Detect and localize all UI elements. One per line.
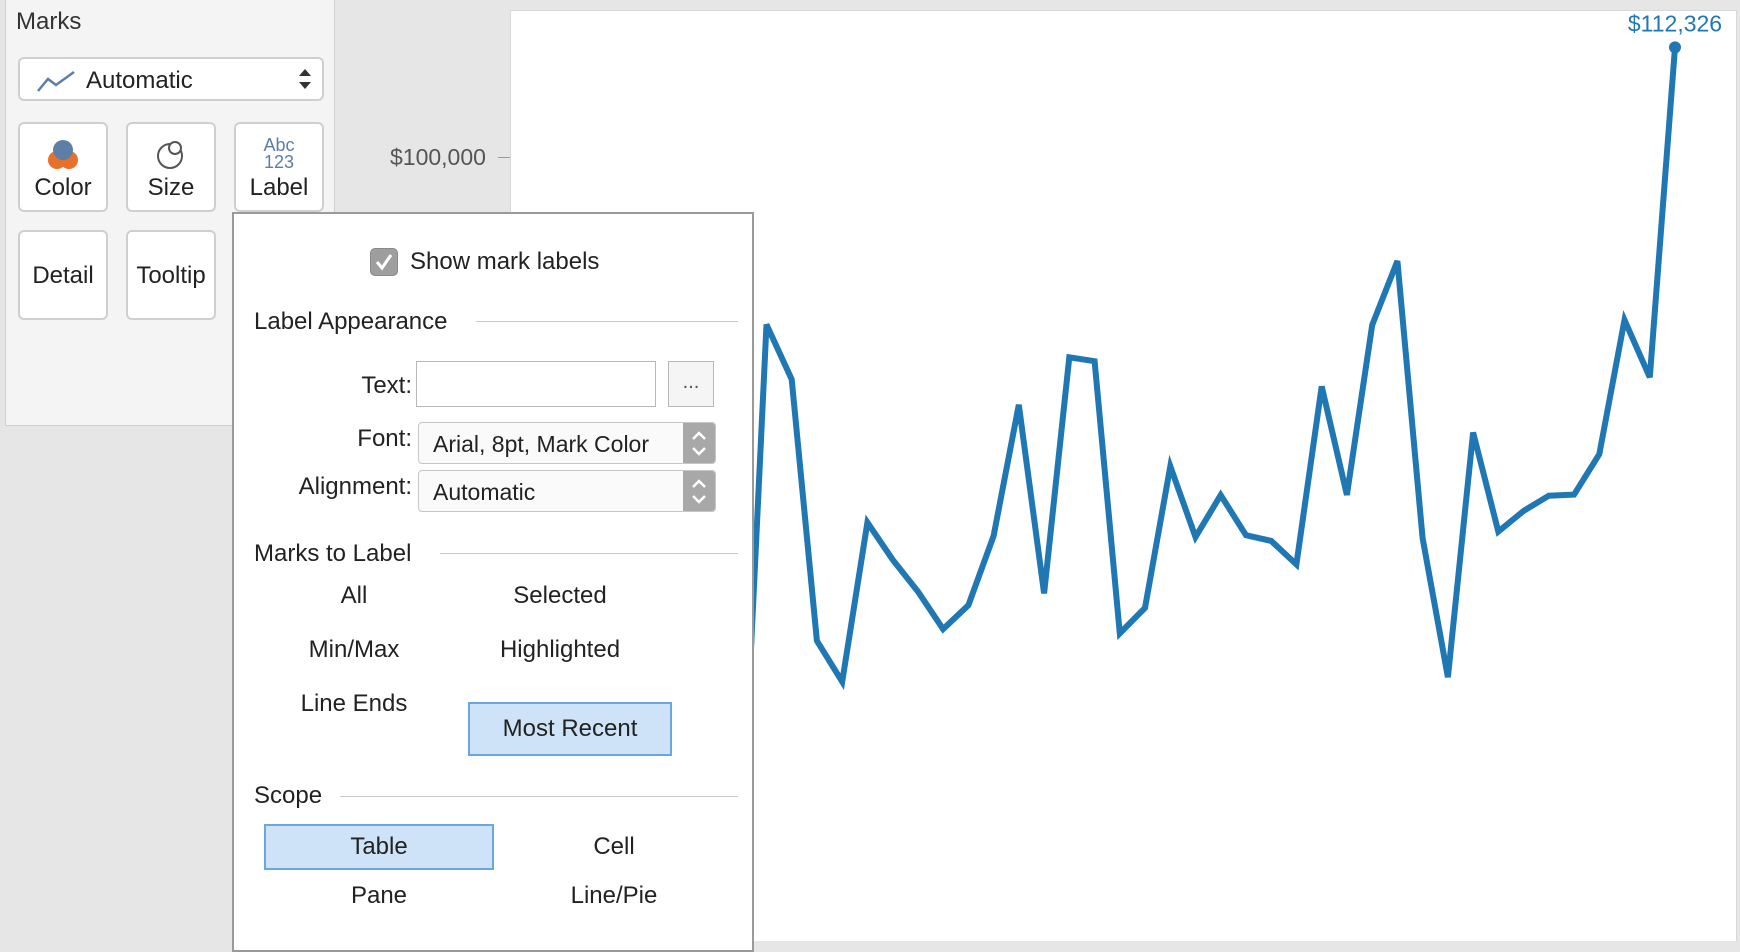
show-mark-labels-text: Show mark labels (410, 248, 600, 275)
section-divider (340, 796, 738, 797)
mtl-option-highlighted[interactable]: Highlighted (460, 628, 660, 672)
detail-button[interactable]: Detail (18, 230, 108, 320)
label-popup: Show mark labels Label Appearance Text: … (232, 212, 754, 952)
most-recent-data-label: $112,326 (1628, 10, 1722, 36)
font-label: Font: (357, 425, 412, 452)
scope-option-pane[interactable]: Pane (294, 874, 464, 918)
tooltip-button-label: Tooltip (136, 262, 206, 289)
alignment-value: Automatic (433, 479, 536, 505)
series-line (713, 47, 1678, 854)
abc-123-icon: Abc 123 (236, 136, 322, 172)
mtl-option-min-max[interactable]: Min/Max (279, 628, 429, 672)
label-text-input[interactable] (416, 361, 656, 407)
marks-title: Marks (16, 8, 82, 35)
mark-type-dropdown[interactable]: Automatic (18, 57, 324, 101)
scope-option-table[interactable]: Table (264, 824, 494, 870)
section-divider (440, 553, 738, 554)
tooltip-button[interactable]: Tooltip (126, 230, 216, 320)
detail-button-label: Detail (32, 262, 94, 289)
color-circles-icon (48, 140, 78, 169)
scope-option-line-pie[interactable]: Line/Pie (524, 874, 704, 918)
show-mark-labels-checkbox[interactable] (370, 248, 398, 276)
size-button[interactable]: Size (126, 122, 216, 212)
alignment-dropdown-stepper[interactable] (683, 471, 715, 511)
marks-to-label-heading: Marks to Label (254, 540, 412, 567)
checkmark-icon (375, 254, 393, 271)
mtl-option-selected[interactable]: Selected (470, 574, 650, 618)
chevron-updown-icon (692, 431, 706, 456)
num-icon-text: 123 (263, 152, 295, 172)
mtl-option-all[interactable]: All (294, 574, 414, 618)
font-dropdown[interactable]: Arial, 8pt, Mark Color (418, 422, 716, 464)
line-chart-icon (37, 70, 75, 92)
label-button-label: Label (249, 174, 309, 201)
chevron-updown-icon (692, 479, 706, 504)
mark-type-label: Automatic (86, 67, 193, 94)
alignment-dropdown[interactable]: Automatic (418, 470, 716, 512)
section-divider (476, 321, 738, 322)
size-circles-icon (157, 141, 183, 169)
color-button[interactable]: Color (18, 122, 108, 212)
scope-heading: Scope (254, 782, 323, 809)
label-button[interactable]: Abc 123 Label (234, 122, 324, 212)
text-label: Text: (361, 372, 412, 399)
alignment-label: Alignment: (298, 473, 412, 500)
most-recent-point[interactable] (1669, 41, 1681, 54)
font-dropdown-stepper[interactable] (683, 423, 715, 463)
size-button-label: Size (147, 174, 195, 201)
label-appearance-heading: Label Appearance (254, 308, 448, 335)
chevron-updown-icon (299, 69, 311, 89)
mtl-option-line-ends[interactable]: Line Ends (274, 682, 434, 726)
font-value: Arial, 8pt, Mark Color (433, 431, 650, 457)
mtl-option-most-recent[interactable]: Most Recent (468, 702, 672, 756)
scope-option-cell[interactable]: Cell (534, 825, 694, 869)
text-edit-button[interactable]: ... (668, 361, 714, 407)
color-button-label: Color (34, 174, 92, 201)
